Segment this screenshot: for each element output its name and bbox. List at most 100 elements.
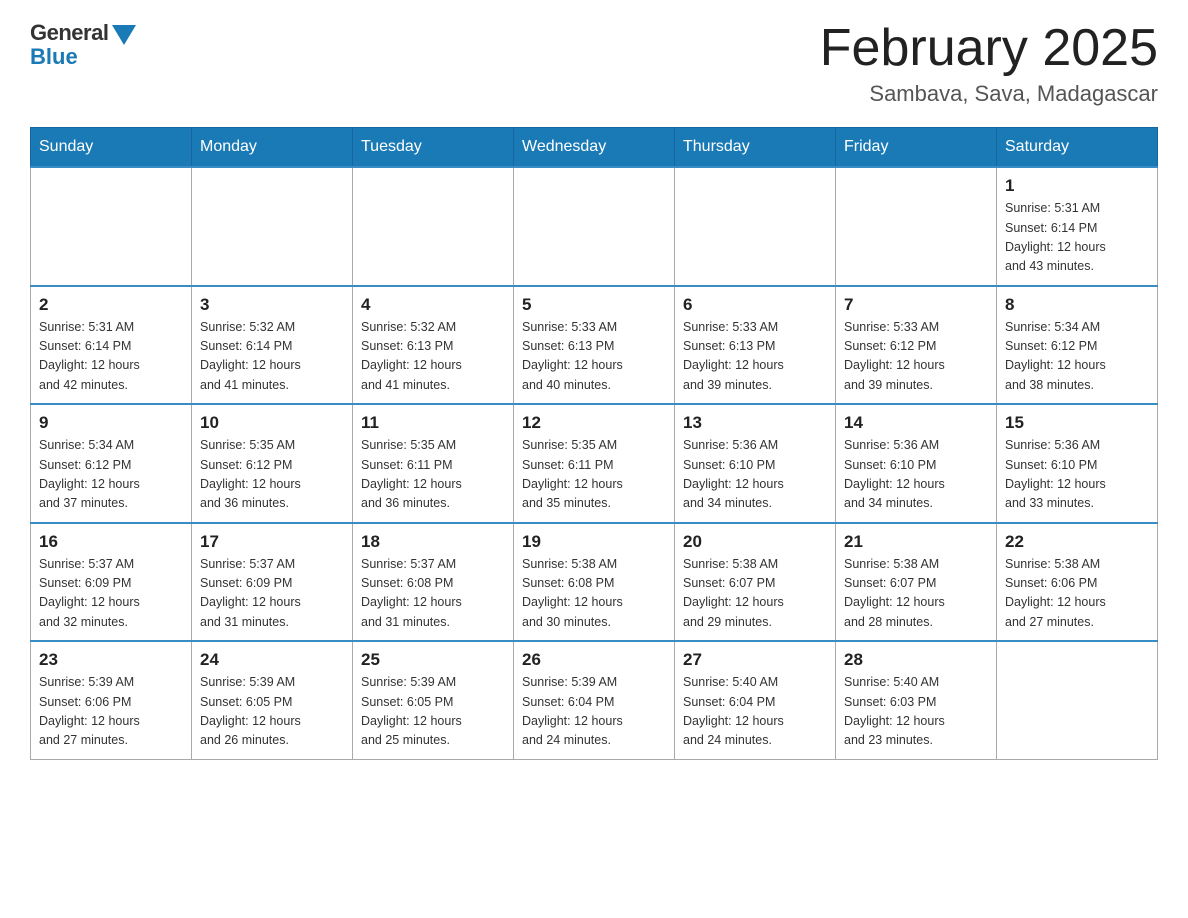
day-number: 15 <box>1005 413 1149 433</box>
table-row: 14 Sunrise: 5:36 AMSunset: 6:10 PMDayligh… <box>836 404 997 523</box>
table-row: 21 Sunrise: 5:38 AMSunset: 6:07 PMDayligh… <box>836 523 997 642</box>
day-info: Sunrise: 5:32 AMSunset: 6:14 PMDaylight:… <box>200 318 344 396</box>
logo-triangle-icon <box>112 25 136 45</box>
day-info: Sunrise: 5:33 AMSunset: 6:13 PMDaylight:… <box>522 318 666 396</box>
table-row <box>353 167 514 286</box>
table-row: 5 Sunrise: 5:33 AMSunset: 6:13 PMDaylight… <box>514 286 675 405</box>
day-info: Sunrise: 5:35 AMSunset: 6:11 PMDaylight:… <box>522 436 666 514</box>
day-info: Sunrise: 5:34 AMSunset: 6:12 PMDaylight:… <box>1005 318 1149 396</box>
location-title: Sambava, Sava, Madagascar <box>820 81 1158 107</box>
col-friday: Friday <box>836 128 997 168</box>
day-number: 12 <box>522 413 666 433</box>
day-info: Sunrise: 5:38 AMSunset: 6:07 PMDaylight:… <box>844 555 988 633</box>
table-row: 1 Sunrise: 5:31 AMSunset: 6:14 PMDaylight… <box>997 167 1158 286</box>
day-info: Sunrise: 5:35 AMSunset: 6:11 PMDaylight:… <box>361 436 505 514</box>
day-info: Sunrise: 5:39 AMSunset: 6:05 PMDaylight:… <box>361 673 505 751</box>
day-number: 7 <box>844 295 988 315</box>
day-number: 22 <box>1005 532 1149 552</box>
table-row: 27 Sunrise: 5:40 AMSunset: 6:04 PMDayligh… <box>675 641 836 759</box>
day-number: 3 <box>200 295 344 315</box>
day-number: 25 <box>361 650 505 670</box>
calendar-week-row: 16 Sunrise: 5:37 AMSunset: 6:09 PMDayligh… <box>31 523 1158 642</box>
day-number: 2 <box>39 295 183 315</box>
day-info: Sunrise: 5:38 AMSunset: 6:06 PMDaylight:… <box>1005 555 1149 633</box>
day-number: 23 <box>39 650 183 670</box>
day-info: Sunrise: 5:36 AMSunset: 6:10 PMDaylight:… <box>844 436 988 514</box>
logo-general-text: General <box>30 20 108 46</box>
logo-blue-text: Blue <box>30 44 78 70</box>
day-info: Sunrise: 5:37 AMSunset: 6:08 PMDaylight:… <box>361 555 505 633</box>
table-row: 28Sunrise: 5:40 AMSunset: 6:03 PMDayligh… <box>836 641 997 759</box>
day-info: Sunrise: 5:37 AMSunset: 6:09 PMDaylight:… <box>39 555 183 633</box>
day-number: 5 <box>522 295 666 315</box>
calendar-week-row: 2 Sunrise: 5:31 AMSunset: 6:14 PMDaylight… <box>31 286 1158 405</box>
day-number: 16 <box>39 532 183 552</box>
table-row <box>675 167 836 286</box>
day-number: 9 <box>39 413 183 433</box>
month-title: February 2025 <box>820 20 1158 77</box>
col-wednesday: Wednesday <box>514 128 675 168</box>
table-row: 10Sunrise: 5:35 AMSunset: 6:12 PMDayligh… <box>192 404 353 523</box>
calendar-header-row: Sunday Monday Tuesday Wednesday Thursday… <box>31 128 1158 168</box>
table-row: 3 Sunrise: 5:32 AMSunset: 6:14 PMDaylight… <box>192 286 353 405</box>
day-number: 18 <box>361 532 505 552</box>
day-info: Sunrise: 5:40 AMSunset: 6:03 PMDaylight:… <box>844 673 988 751</box>
day-info: Sunrise: 5:40 AMSunset: 6:04 PMDaylight:… <box>683 673 827 751</box>
day-info: Sunrise: 5:32 AMSunset: 6:13 PMDaylight:… <box>361 318 505 396</box>
day-number: 8 <box>1005 295 1149 315</box>
table-row: 7 Sunrise: 5:33 AMSunset: 6:12 PMDaylight… <box>836 286 997 405</box>
page-header: General Blue February 2025 Sambava, Sava… <box>30 20 1158 107</box>
logo: General Blue <box>30 20 136 70</box>
day-number: 4 <box>361 295 505 315</box>
day-info: Sunrise: 5:35 AMSunset: 6:12 PMDaylight:… <box>200 436 344 514</box>
table-row: 11 Sunrise: 5:35 AMSunset: 6:11 PMDayligh… <box>353 404 514 523</box>
table-row: 12 Sunrise: 5:35 AMSunset: 6:11 PMDayligh… <box>514 404 675 523</box>
day-number: 19 <box>522 532 666 552</box>
table-row: 13Sunrise: 5:36 AMSunset: 6:10 PMDayligh… <box>675 404 836 523</box>
day-info: Sunrise: 5:38 AMSunset: 6:08 PMDaylight:… <box>522 555 666 633</box>
day-info: Sunrise: 5:39 AMSunset: 6:05 PMDaylight:… <box>200 673 344 751</box>
day-info: Sunrise: 5:39 AMSunset: 6:04 PMDaylight:… <box>522 673 666 751</box>
day-number: 13 <box>683 413 827 433</box>
day-info: Sunrise: 5:31 AMSunset: 6:14 PMDaylight:… <box>39 318 183 396</box>
day-info: Sunrise: 5:34 AMSunset: 6:12 PMDaylight:… <box>39 436 183 514</box>
table-row: 6 Sunrise: 5:33 AMSunset: 6:13 PMDaylight… <box>675 286 836 405</box>
calendar-week-row: 23 Sunrise: 5:39 AMSunset: 6:06 PMDayligh… <box>31 641 1158 759</box>
day-number: 26 <box>522 650 666 670</box>
table-row <box>836 167 997 286</box>
col-thursday: Thursday <box>675 128 836 168</box>
col-sunday: Sunday <box>31 128 192 168</box>
day-number: 14 <box>844 413 988 433</box>
day-number: 11 <box>361 413 505 433</box>
day-info: Sunrise: 5:33 AMSunset: 6:13 PMDaylight:… <box>683 318 827 396</box>
day-number: 1 <box>1005 176 1149 196</box>
day-number: 27 <box>683 650 827 670</box>
table-row <box>31 167 192 286</box>
table-row: 20 Sunrise: 5:38 AMSunset: 6:07 PMDayligh… <box>675 523 836 642</box>
col-saturday: Saturday <box>997 128 1158 168</box>
table-row: 8 Sunrise: 5:34 AMSunset: 6:12 PMDaylight… <box>997 286 1158 405</box>
day-info: Sunrise: 5:33 AMSunset: 6:12 PMDaylight:… <box>844 318 988 396</box>
table-row: 22 Sunrise: 5:38 AMSunset: 6:06 PMDayligh… <box>997 523 1158 642</box>
day-number: 6 <box>683 295 827 315</box>
table-row: 26 Sunrise: 5:39 AMSunset: 6:04 PMDayligh… <box>514 641 675 759</box>
table-row: 4 Sunrise: 5:32 AMSunset: 6:13 PMDaylight… <box>353 286 514 405</box>
day-number: 21 <box>844 532 988 552</box>
table-row: 16 Sunrise: 5:37 AMSunset: 6:09 PMDayligh… <box>31 523 192 642</box>
day-info: Sunrise: 5:37 AMSunset: 6:09 PMDaylight:… <box>200 555 344 633</box>
table-row: 23 Sunrise: 5:39 AMSunset: 6:06 PMDayligh… <box>31 641 192 759</box>
day-info: Sunrise: 5:36 AMSunset: 6:10 PMDaylight:… <box>1005 436 1149 514</box>
day-info: Sunrise: 5:38 AMSunset: 6:07 PMDaylight:… <box>683 555 827 633</box>
table-row: 15 Sunrise: 5:36 AMSunset: 6:10 PMDayligh… <box>997 404 1158 523</box>
table-row: 17Sunrise: 5:37 AMSunset: 6:09 PMDayligh… <box>192 523 353 642</box>
table-row: 25 Sunrise: 5:39 AMSunset: 6:05 PMDayligh… <box>353 641 514 759</box>
day-info: Sunrise: 5:31 AMSunset: 6:14 PMDaylight:… <box>1005 199 1149 277</box>
calendar-week-row: 1 Sunrise: 5:31 AMSunset: 6:14 PMDaylight… <box>31 167 1158 286</box>
title-area: February 2025 Sambava, Sava, Madagascar <box>820 20 1158 107</box>
table-row: 24 Sunrise: 5:39 AMSunset: 6:05 PMDayligh… <box>192 641 353 759</box>
day-number: 20 <box>683 532 827 552</box>
col-tuesday: Tuesday <box>353 128 514 168</box>
table-row: 9 Sunrise: 5:34 AMSunset: 6:12 PMDaylight… <box>31 404 192 523</box>
day-info: Sunrise: 5:39 AMSunset: 6:06 PMDaylight:… <box>39 673 183 751</box>
day-number: 24 <box>200 650 344 670</box>
